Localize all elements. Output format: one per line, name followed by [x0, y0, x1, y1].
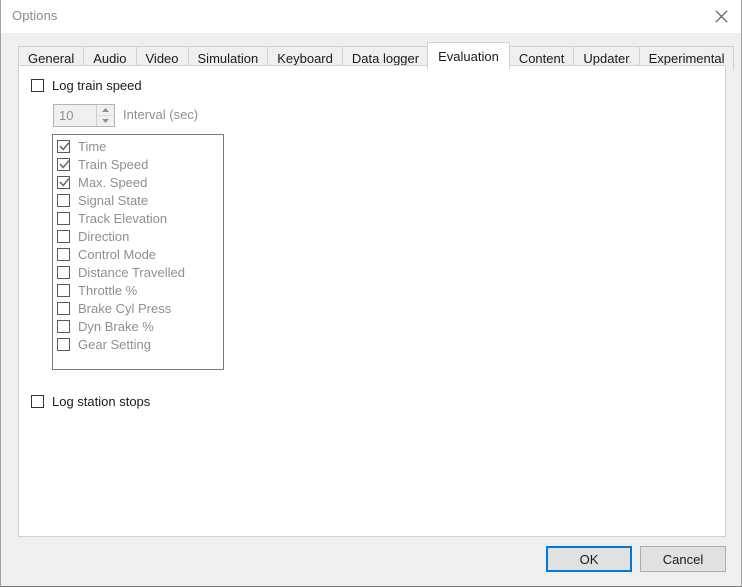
list-item-label: Signal State — [78, 193, 148, 208]
list-item-label: Distance Travelled — [78, 265, 185, 280]
list-item[interactable]: Brake Cyl Press — [53, 299, 223, 317]
cancel-button[interactable]: Cancel — [640, 546, 726, 572]
checkbox-box[interactable] — [57, 230, 70, 243]
checkbox-box[interactable] — [57, 284, 70, 297]
list-item[interactable]: Distance Travelled — [53, 263, 223, 281]
list-item-label: Gear Setting — [78, 337, 151, 352]
checkbox-box[interactable] — [57, 248, 70, 261]
interval-label: Interval (sec) — [123, 107, 198, 122]
list-item[interactable]: Throttle % — [53, 281, 223, 299]
checkbox-box[interactable] — [57, 338, 70, 351]
tab-label: Experimental — [649, 51, 725, 66]
list-item[interactable]: Track Elevation — [53, 209, 223, 227]
list-item[interactable]: Signal State — [53, 191, 223, 209]
list-item-label: Max. Speed — [78, 175, 147, 190]
list-item-label: Direction — [78, 229, 129, 244]
tab-label: Video — [146, 51, 179, 66]
tab-label: Keyboard — [277, 51, 333, 66]
stepper-buttons — [96, 105, 114, 126]
list-item[interactable]: Control Mode — [53, 245, 223, 263]
list-item[interactable]: Gear Setting — [53, 335, 223, 353]
checkmark-icon[interactable] — [57, 158, 70, 171]
tab-label: Content — [519, 51, 565, 66]
interval-stepper[interactable]: 10 — [53, 104, 115, 127]
triangle-up-icon[interactable] — [97, 105, 114, 116]
checkmark-icon[interactable] — [57, 140, 70, 153]
list-item-label: Time — [78, 139, 106, 154]
checkbox-box[interactable] — [57, 302, 70, 315]
tab-label: Simulation — [198, 51, 259, 66]
list-item-label: Brake Cyl Press — [78, 301, 171, 316]
ok-button[interactable]: OK — [546, 546, 632, 572]
close-icon[interactable] — [701, 0, 741, 32]
evaluation-fields-listbox[interactable]: Time Train Speed Max. Speed Signal State Tra… — [52, 134, 224, 370]
log-train-speed-checkbox[interactable]: Log train speed — [31, 78, 142, 93]
checkbox-box — [31, 79, 44, 92]
list-item-label: Train Speed — [78, 157, 148, 172]
tab-label: Evaluation — [438, 49, 499, 64]
options-dialog-window: Options General Audio Video Simulation Keybo… — [0, 0, 742, 587]
title-bar: Options — [1, 0, 741, 33]
log-station-stops-label: Log station stops — [52, 394, 150, 409]
log-station-stops-checkbox[interactable]: Log station stops — [31, 394, 150, 409]
interval-value[interactable]: 10 — [54, 105, 96, 126]
list-item-label: Control Mode — [78, 247, 156, 262]
checkbox-box[interactable] — [57, 266, 70, 279]
checkbox-box[interactable] — [57, 212, 70, 225]
list-item-label: Dyn Brake % — [78, 319, 154, 334]
list-item[interactable]: Max. Speed — [53, 173, 223, 191]
checkbox-box[interactable] — [57, 194, 70, 207]
list-item[interactable]: Time — [53, 137, 223, 155]
list-item[interactable]: Dyn Brake % — [53, 317, 223, 335]
tab-label: Updater — [583, 51, 629, 66]
list-item[interactable]: Train Speed — [53, 155, 223, 173]
checkbox-box — [31, 395, 44, 408]
list-item[interactable]: Direction — [53, 227, 223, 245]
tab-evaluation[interactable]: Evaluation — [427, 42, 510, 70]
tab-label: Audio — [93, 51, 126, 66]
window-title: Options — [12, 8, 58, 23]
log-train-speed-label: Log train speed — [52, 78, 142, 93]
checkbox-box[interactable] — [57, 320, 70, 333]
list-item-label: Track Elevation — [78, 211, 167, 226]
triangle-down-icon[interactable] — [97, 116, 114, 126]
checkmark-icon[interactable] — [57, 176, 70, 189]
list-item-label: Throttle % — [78, 283, 137, 298]
tab-label: General — [28, 51, 74, 66]
tab-label: Data logger — [352, 51, 419, 66]
tab-page-evaluation: Log train speed 10 Interval (sec) TimeT — [18, 65, 726, 537]
